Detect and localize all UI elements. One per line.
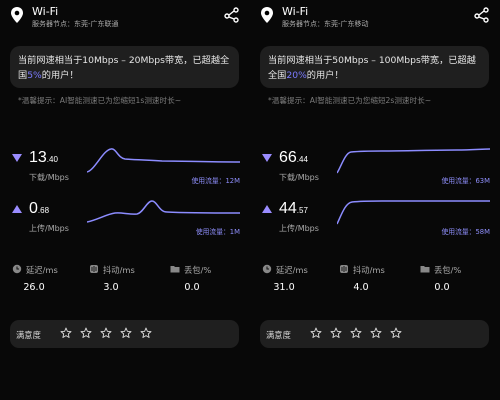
- network-stats: 延迟/ms 26.0 抖动/ms 3.0 丢包/% 0.0: [12, 262, 240, 302]
- satisfaction-card: 满意度: [10, 320, 239, 348]
- star-outline-icon[interactable]: [330, 327, 342, 339]
- triangle-up-icon: [262, 205, 272, 213]
- upload-speed-integer: 44: [279, 200, 297, 217]
- download-speed-integer: 66: [279, 149, 297, 166]
- upload-label: 上传/Mbps: [279, 224, 319, 233]
- upload-speed-integer: 0: [29, 200, 38, 217]
- latency-value: 31.0: [273, 282, 295, 293]
- summary-suffix: 的用户！: [41, 70, 79, 81]
- server-node: 服务器节点：东莞-广东移动: [282, 20, 369, 28]
- download-speed-decimal: .40: [46, 155, 58, 164]
- download-label: 下载/Mbps: [279, 173, 319, 182]
- upload-data-usage: 使用流量：58M: [441, 228, 491, 236]
- triangle-up-icon: [12, 205, 22, 213]
- latency-label: 延迟/ms: [276, 265, 308, 275]
- download-speed: 66.44: [279, 149, 308, 167]
- latency-label: 延迟/ms: [26, 265, 58, 275]
- network-stats: 延迟/ms 31.0 抖动/ms 4.0 丢包/% 0.0: [262, 262, 490, 302]
- triangle-down-icon: [12, 154, 22, 162]
- share-icon[interactable]: [224, 7, 240, 23]
- tip-text: *温馨提示：AI智能测速已为您缩短1s测速时长~: [18, 96, 182, 105]
- star-outline-icon[interactable]: [370, 327, 382, 339]
- star-outline-icon[interactable]: [310, 327, 322, 339]
- triangle-down-icon: [262, 154, 272, 162]
- packet-loss-label: 丢包/%: [434, 265, 462, 275]
- star-outline-icon[interactable]: [100, 327, 112, 339]
- satisfaction-label: 满意度: [16, 330, 41, 340]
- network-title: Wi-Fi: [282, 5, 309, 18]
- header: Wi-Fi 服务器节点：东莞-广东移动: [260, 5, 490, 28]
- download-speed: 13.40: [29, 149, 58, 167]
- server-node: 服务器节点：东莞-广东联通: [32, 20, 119, 28]
- clock-icon: [12, 264, 22, 274]
- rating-stars: [60, 327, 155, 341]
- jitter-value: 3.0: [103, 282, 119, 293]
- packet-loss-value: 0.0: [434, 282, 450, 293]
- speedtest-result-panel-1: Wi-Fi 服务器节点：东莞-广东联通 当前网速相当于10Mbps – 20Mb…: [0, 0, 250, 400]
- packet-loss-label: 丢包/%: [184, 265, 212, 275]
- upload-speed-decimal: .68: [37, 206, 50, 215]
- download-speed-graph: [87, 148, 240, 173]
- speed-summary-card: 当前网速相当于50Mbps – 100Mbps带宽，已超越全国20%的用户！: [260, 46, 489, 88]
- satisfaction-card: 满意度: [260, 320, 489, 348]
- speed-summary-card: 当前网速相当于10Mbps – 20Mbps带宽，已超越全国5%的用户！: [10, 46, 239, 88]
- location-pin-icon: [261, 7, 273, 23]
- satisfaction-label: 满意度: [266, 330, 291, 340]
- network-title: Wi-Fi: [32, 5, 59, 18]
- share-icon[interactable]: [474, 7, 490, 23]
- star-outline-icon[interactable]: [60, 327, 72, 339]
- percentile-value: 20%: [286, 70, 307, 81]
- jitter-icon: [340, 265, 348, 273]
- rating-stars: [310, 327, 405, 341]
- header: Wi-Fi 服务器节点：东莞-广东联通: [10, 5, 240, 28]
- packet-loss-value: 0.0: [184, 282, 200, 293]
- star-outline-icon[interactable]: [390, 327, 402, 339]
- location-pin-icon: [11, 7, 23, 23]
- upload-speed: 0.68: [29, 200, 49, 218]
- folder-icon: [420, 266, 430, 273]
- jitter-label: 抖动/ms: [353, 265, 385, 275]
- star-outline-icon[interactable]: [120, 327, 132, 339]
- upload-data-usage: 使用流量：1M: [195, 228, 240, 236]
- upload-speed: 44.57: [279, 200, 308, 218]
- jitter-value: 4.0: [353, 282, 369, 293]
- speedtest-result-panel-2: Wi-Fi 服务器节点：东莞-广东移动 当前网速相当于50Mbps – 100M…: [250, 0, 500, 400]
- folder-icon: [170, 266, 180, 273]
- upload-speed-graph: [337, 200, 490, 225]
- percentile-value: 5%: [27, 70, 42, 81]
- upload-speed-decimal: .57: [296, 206, 308, 215]
- download-speed-decimal: .44: [296, 155, 308, 164]
- star-outline-icon[interactable]: [350, 327, 362, 339]
- jitter-icon: [90, 265, 98, 273]
- download-speed-integer: 13: [29, 149, 47, 166]
- download-label: 下载/Mbps: [29, 173, 69, 182]
- upload-metric: 44.57 上传/Mbps 使用流量：58M: [262, 196, 490, 246]
- upload-label: 上传/Mbps: [29, 224, 69, 233]
- download-data-usage: 使用流量：12M: [191, 177, 241, 185]
- jitter-label: 抖动/ms: [103, 265, 135, 275]
- tip-text: *温馨提示：AI智能测速已为您缩短2s测速时长~: [268, 96, 432, 105]
- download-data-usage: 使用流量：63M: [441, 177, 491, 185]
- download-metric: 13.40 下载/Mbps 使用流量：12M: [12, 145, 240, 195]
- upload-speed-graph: [87, 200, 240, 223]
- summary-suffix: 的用户！: [306, 70, 344, 81]
- upload-metric: 0.68 上传/Mbps 使用流量：1M: [12, 196, 240, 246]
- latency-value: 26.0: [23, 282, 45, 293]
- download-metric: 66.44 下载/Mbps 使用流量：63M: [262, 145, 490, 195]
- download-speed-graph: [337, 148, 490, 174]
- clock-icon: [262, 264, 272, 274]
- star-outline-icon[interactable]: [80, 327, 92, 339]
- star-outline-icon[interactable]: [140, 327, 152, 339]
